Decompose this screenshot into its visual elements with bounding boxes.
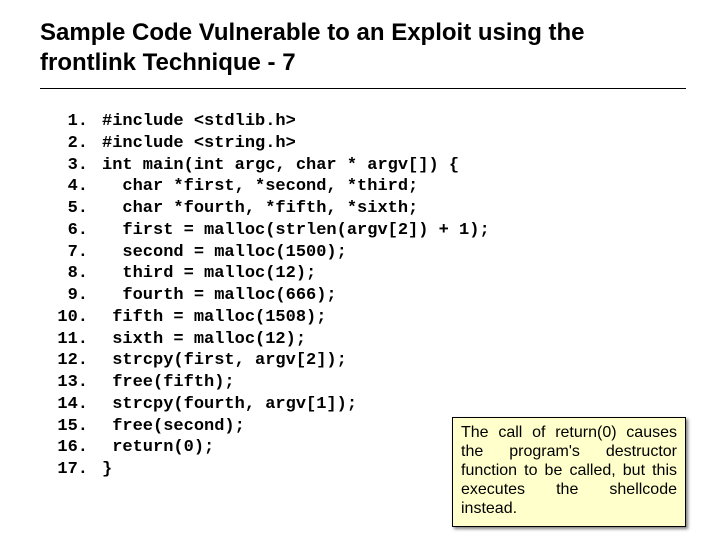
line-text: second = malloc(1500);: [102, 242, 347, 264]
line-text: int main(int argc, char * argv[]) {: [102, 155, 459, 177]
code-line: 13. free(fifth);: [40, 372, 686, 394]
code-line: 14. strcpy(fourth, argv[1]);: [40, 394, 686, 416]
line-number: 6.: [40, 220, 102, 242]
code-line: 3.int main(int argc, char * argv[]) {: [40, 155, 686, 177]
line-number: 7.: [40, 242, 102, 264]
line-text: third = malloc(12);: [102, 263, 316, 285]
code-line: 2.#include <string.h>: [40, 133, 686, 155]
code-line: 7. second = malloc(1500);: [40, 242, 686, 264]
line-text: free(fifth);: [102, 372, 235, 394]
line-text: return(0);: [102, 437, 214, 459]
code-block: 1.#include <stdlib.h>2.#include <string.…: [40, 111, 686, 481]
line-number: 9.: [40, 285, 102, 307]
line-text: char *fourth, *fifth, *sixth;: [102, 198, 418, 220]
line-text: fifth = malloc(1508);: [102, 307, 326, 329]
line-text: #include <string.h>: [102, 133, 296, 155]
title-divider: [40, 88, 686, 89]
code-line: 6. first = malloc(strlen(argv[2]) + 1);: [40, 220, 686, 242]
line-text: first = malloc(strlen(argv[2]) + 1);: [102, 220, 490, 242]
code-line: 12. strcpy(first, argv[2]);: [40, 350, 686, 372]
line-number: 8.: [40, 263, 102, 285]
line-text: free(second);: [102, 416, 245, 438]
code-line: 9. fourth = malloc(666);: [40, 285, 686, 307]
code-line: 1.#include <stdlib.h>: [40, 111, 686, 133]
line-number: 1.: [40, 111, 102, 133]
line-text: strcpy(first, argv[2]);: [102, 350, 347, 372]
code-line: 5. char *fourth, *fifth, *sixth;: [40, 198, 686, 220]
line-number: 10.: [40, 307, 102, 329]
line-number: 17.: [40, 459, 102, 481]
line-number: 5.: [40, 198, 102, 220]
line-text: #include <stdlib.h>: [102, 111, 296, 133]
line-number: 2.: [40, 133, 102, 155]
line-number: 4.: [40, 176, 102, 198]
line-text: strcpy(fourth, argv[1]);: [102, 394, 357, 416]
callout-note: The call of return(0) causes the program…: [452, 417, 686, 527]
code-line: 8. third = malloc(12);: [40, 263, 686, 285]
code-line: 4. char *first, *second, *third;: [40, 176, 686, 198]
line-number: 14.: [40, 394, 102, 416]
line-text: }: [102, 459, 112, 481]
line-number: 11.: [40, 329, 102, 351]
code-line: 10. fifth = malloc(1508);: [40, 307, 686, 329]
line-text: sixth = malloc(12);: [102, 329, 306, 351]
line-number: 3.: [40, 155, 102, 177]
line-number: 13.: [40, 372, 102, 394]
line-number: 15.: [40, 416, 102, 438]
code-line: 11. sixth = malloc(12);: [40, 329, 686, 351]
line-number: 16.: [40, 437, 102, 459]
slide-title: Sample Code Vulnerable to an Exploit usi…: [40, 18, 686, 78]
line-number: 12.: [40, 350, 102, 372]
line-text: fourth = malloc(666);: [102, 285, 337, 307]
line-text: char *first, *second, *third;: [102, 176, 418, 198]
slide: Sample Code Vulnerable to an Exploit usi…: [0, 0, 720, 540]
